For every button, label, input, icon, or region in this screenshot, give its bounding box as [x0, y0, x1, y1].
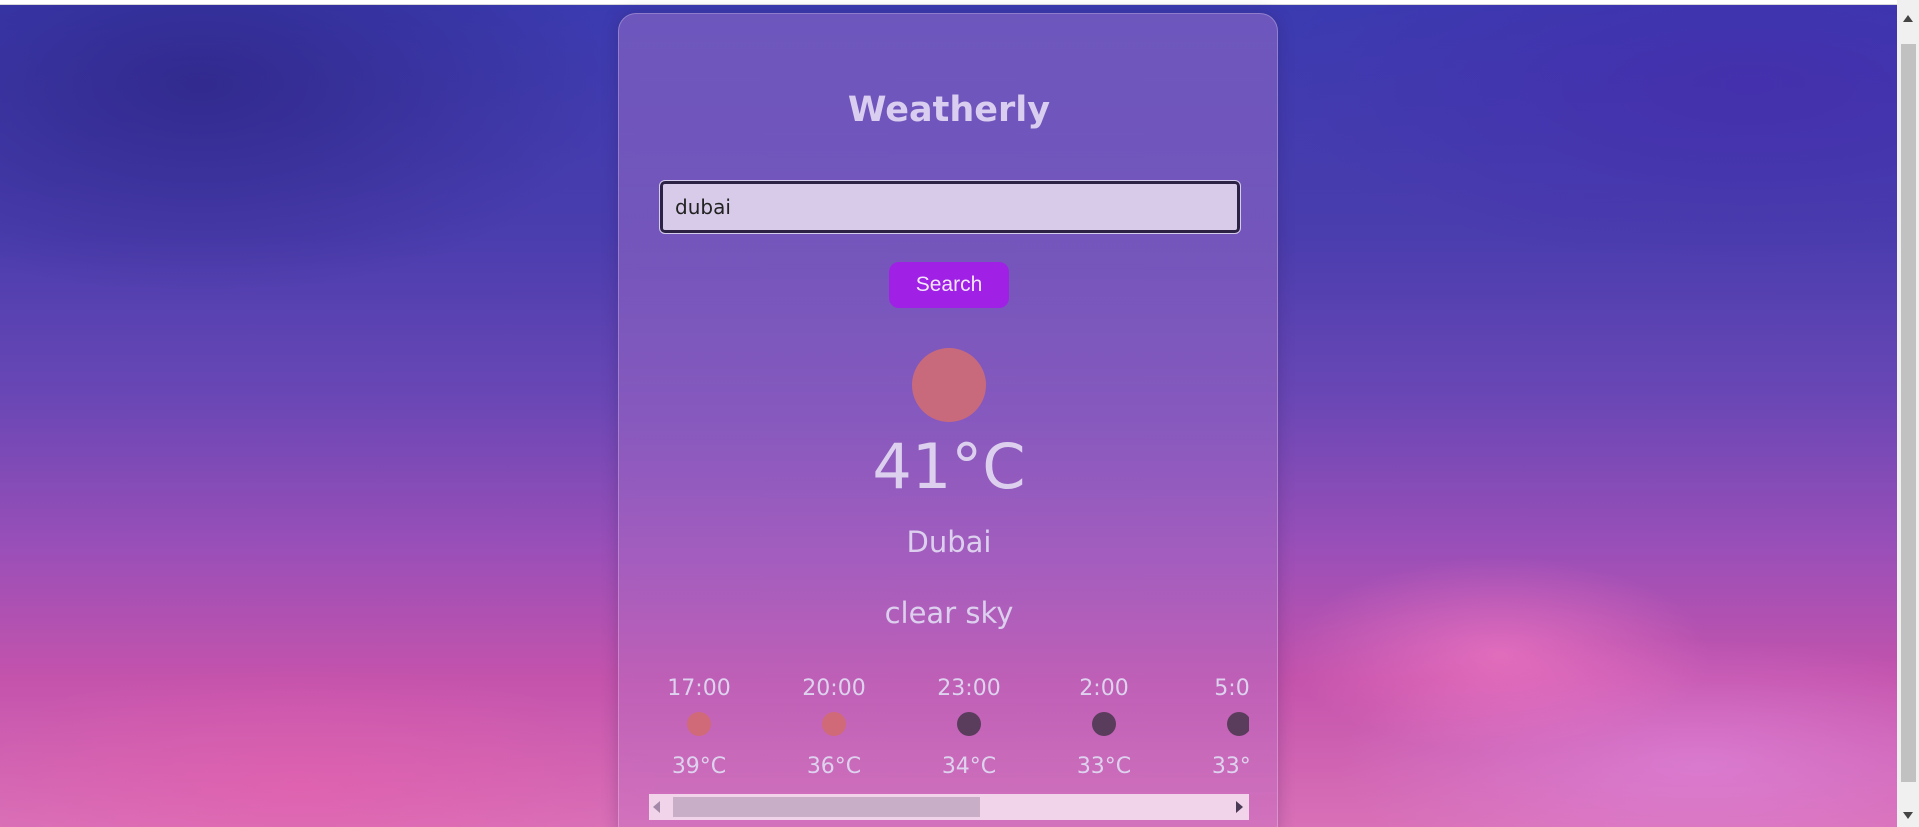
city-name: Dubai: [906, 525, 992, 559]
app-title: Weatherly: [847, 90, 1051, 130]
sun-icon: [687, 712, 711, 736]
hourly-temperature: 34°C: [941, 754, 997, 779]
hourly-item: 2:00 33°C: [1054, 674, 1154, 779]
hourly-temperature: 39°C: [671, 754, 727, 779]
hourly-time: 2:00: [1079, 676, 1129, 701]
moon-icon: [1227, 712, 1249, 736]
current-temperature: 41°C: [872, 430, 1026, 503]
hourly-forecast[interactable]: 17:00 39°C 20:00 36°C 23:00 34°C 2:00 33…: [649, 674, 1249, 794]
moon-icon: [957, 712, 981, 736]
page-scrollbar[interactable]: [1897, 0, 1919, 827]
hourly-item: 17:00 39°C: [649, 674, 749, 779]
sun-icon: [912, 348, 986, 422]
hourly-temperature: 33°C: [1076, 754, 1132, 779]
hourly-item: 5:00 33°C: [1189, 674, 1249, 779]
hourly-temperature: 33°C: [1211, 754, 1249, 779]
scroll-right-arrow-icon[interactable]: [1236, 801, 1243, 813]
search-button[interactable]: Search: [889, 262, 1009, 308]
scroll-up-arrow-icon[interactable]: [1903, 15, 1913, 22]
hourly-scrollbar[interactable]: [649, 794, 1249, 820]
scroll-left-arrow-icon[interactable]: [653, 801, 660, 813]
hourly-temperature: 36°C: [806, 754, 862, 779]
hourly-time: 5:00: [1214, 676, 1249, 701]
hourly-time: 20:00: [802, 676, 866, 701]
hourly-item: 23:00 34°C: [919, 674, 1019, 779]
city-search-input[interactable]: [659, 180, 1241, 234]
moon-icon: [1092, 712, 1116, 736]
hourly-item: 20:00 36°C: [784, 674, 884, 779]
page-scroll-thumb[interactable]: [1901, 44, 1916, 782]
search-bar: [659, 180, 1241, 234]
scroll-thumb[interactable]: [673, 797, 980, 817]
weather-card: Weatherly Search 41°C Dubai clear sky 17…: [618, 13, 1278, 827]
weather-description: clear sky: [884, 596, 1014, 630]
hourly-time: 23:00: [937, 676, 1001, 701]
sun-icon: [822, 712, 846, 736]
hourly-time: 17:00: [667, 676, 731, 701]
scroll-down-arrow-icon[interactable]: [1903, 812, 1913, 819]
